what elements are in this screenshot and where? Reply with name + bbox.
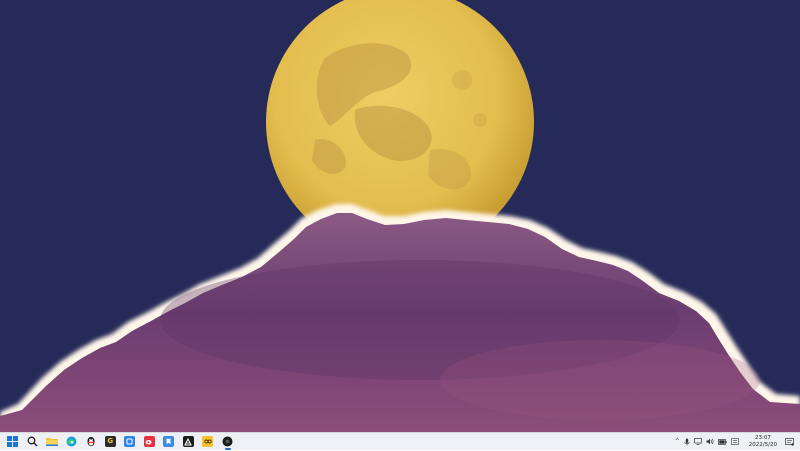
windows-logo-icon <box>7 432 19 451</box>
app-blue-bookmark-button[interactable] <box>159 433 179 451</box>
qq-penguin-icon <box>86 432 96 451</box>
weibo-icon <box>143 436 155 447</box>
app-g-button[interactable]: G <box>101 433 121 451</box>
edge-button[interactable] <box>62 433 82 451</box>
yellow-app-icon <box>202 436 214 447</box>
clock-time: 23:07 <box>754 434 771 441</box>
search-icon <box>27 432 38 451</box>
network-icon[interactable] <box>693 438 702 445</box>
desktop <box>0 0 800 432</box>
folder-icon <box>45 432 58 451</box>
clock-date: 2022/5/20 <box>748 441 777 448</box>
show-hidden-icons-chevron-icon[interactable]: ^ <box>675 438 680 445</box>
weibo-button[interactable] <box>140 433 160 451</box>
volume-icon[interactable] <box>706 438 714 445</box>
edge-browser-icon <box>66 432 77 451</box>
notification-icon[interactable] <box>785 437 794 446</box>
app-blue-square-button[interactable] <box>120 433 140 451</box>
taskbar: G ^ 23:07 2022/5/20 <box>0 432 800 450</box>
battery-icon[interactable] <box>717 438 727 445</box>
app-dark-circle-button[interactable] <box>218 433 238 451</box>
dark-circle-app-icon <box>222 432 233 451</box>
file-explorer-button[interactable] <box>42 433 62 451</box>
search-button[interactable] <box>23 433 43 451</box>
qq-button[interactable] <box>81 433 101 451</box>
input-method-icon[interactable] <box>730 438 739 445</box>
start-button[interactable] <box>3 433 23 451</box>
bookmark-app-icon <box>163 436 175 447</box>
clock[interactable]: 23:07 2022/5/20 <box>749 435 777 449</box>
app-black-button[interactable] <box>179 433 199 451</box>
black-app-icon <box>182 436 194 447</box>
app-yellow-button[interactable] <box>198 433 218 451</box>
microphone-icon[interactable] <box>684 438 690 446</box>
g-app-icon: G <box>104 436 116 447</box>
wallpaper-moon-clouds <box>0 0 800 432</box>
blue-app-icon <box>124 436 136 447</box>
system-tray: ^ 23:07 2022/5/20 <box>673 433 800 451</box>
taskbar-pinned-apps: G <box>0 433 237 451</box>
